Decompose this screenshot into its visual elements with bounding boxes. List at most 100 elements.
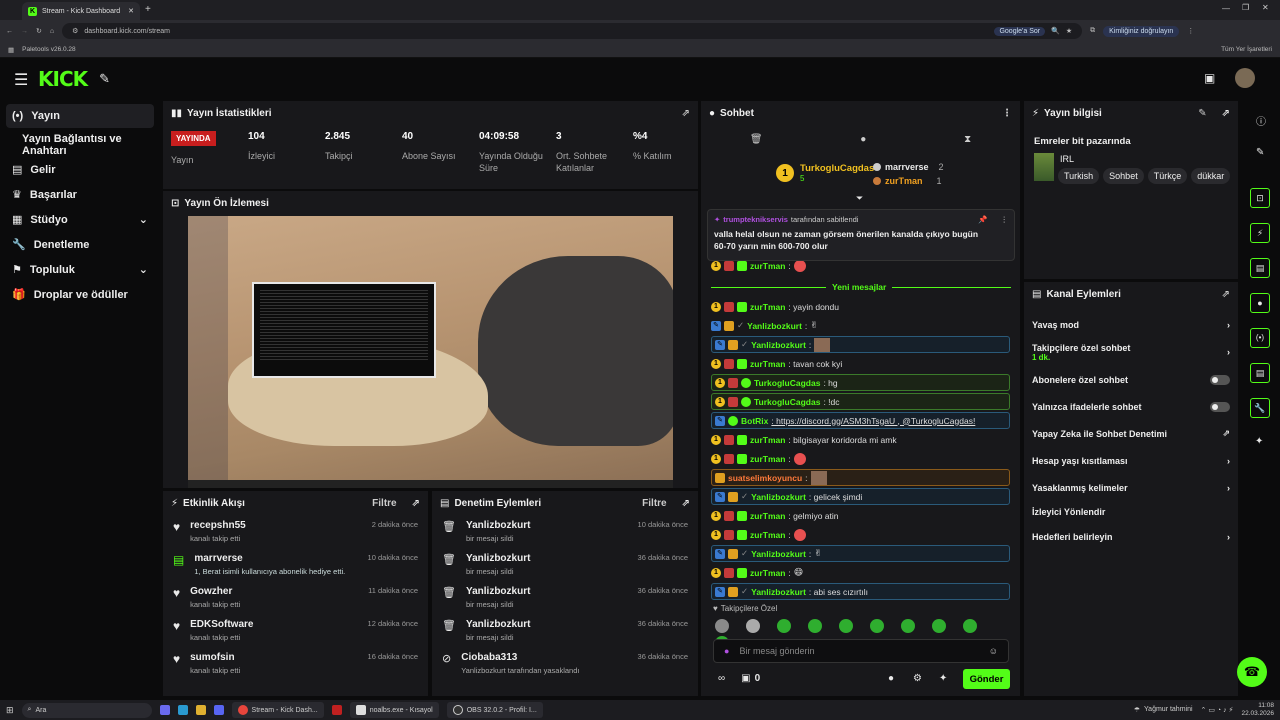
chat-bubble-icon[interactable]: ● [860, 134, 866, 145]
chat-message[interactable]: ✎ ✓ Yanlizbozkurt: [711, 336, 1010, 353]
popout-icon[interactable]: ⇗ [1222, 108, 1230, 119]
chat-username[interactable]: Yanlizbozkurt [751, 549, 806, 559]
chat-username[interactable]: TurkogluCagdas [754, 397, 820, 407]
chat-message[interactable]: ✎ ✓ Yanlizbozkurt: ✌ [711, 545, 1010, 562]
activity-name[interactable]: marrverse [194, 553, 345, 564]
action-ai-moderation[interactable]: Yapay Zeka ile Sohbet Denetimi ⇗ [1024, 420, 1238, 447]
taskbar-app-noalbs[interactable]: noalbs.exe - Kısayol [349, 702, 439, 718]
rank3-name[interactable]: zurTman [885, 176, 923, 186]
chat-username[interactable]: zurTman [750, 454, 785, 464]
browser-tab-active[interactable]: K Stream - Kick Dashboard ✕ [22, 2, 140, 20]
filter-button[interactable]: Filtre [642, 498, 666, 509]
tag[interactable]: dükkar [1191, 168, 1231, 184]
bot-icon[interactable]: ✦ [939, 673, 947, 684]
widget-activity-icon[interactable]: ⚡ [1250, 223, 1270, 243]
chat-username[interactable]: Yanlizbozkurt [751, 587, 806, 597]
chat-menu-icon[interactable]: ⋮ [1002, 108, 1012, 119]
category-name[interactable]: IRL [1060, 154, 1074, 164]
chat-username[interactable]: TurkogluCagdas [754, 378, 820, 388]
chat-username[interactable]: BotRix [741, 416, 768, 426]
widget-chat-icon[interactable]: ● [1250, 293, 1270, 313]
bookmark-paletools[interactable]: Paletools v26.0.28 [22, 46, 75, 53]
pinned-menu-icon[interactable]: ⋮ [1001, 215, 1009, 224]
chat-username[interactable]: Yanlizbozkurt [751, 492, 806, 502]
trash-icon[interactable]: 🗑 [750, 134, 763, 145]
moderation-name[interactable]: Ciobaba313 [461, 652, 579, 663]
chat-message[interactable]: ✎ ✓ Yanlizbozkurt: abi ses cızırtılı [711, 583, 1010, 600]
moderation-name[interactable]: Yanlizbozkurt [466, 586, 530, 597]
chat-username[interactable]: suatselimkoyuncu [728, 473, 802, 483]
taskview-icon[interactable] [159, 705, 170, 715]
window-maximize-icon[interactable]: ❐ [1242, 3, 1249, 12]
chat-username[interactable]: zurTman [750, 568, 785, 578]
taskbar-search[interactable]: ⌕ Ara [21, 702, 152, 718]
new-tab-icon[interactable]: + [145, 4, 151, 15]
popout-icon[interactable]: ⇗ [682, 498, 690, 509]
infinity-icon[interactable]: ∞ [718, 673, 725, 684]
rank2-name[interactable]: marrverse [885, 162, 929, 172]
add-widget-icon[interactable]: ✦ [1255, 436, 1263, 447]
mic-icon[interactable]: ● [724, 646, 729, 656]
help-support-icon[interactable]: ☎ [1237, 657, 1267, 687]
zoom-icon[interactable]: 🔍 [1051, 27, 1060, 35]
weather-widget[interactable]: ☂ Yağmur tahmini [1134, 706, 1193, 714]
chat-message[interactable]: 1 zurTman: [701, 450, 1020, 467]
stream-mode-icon[interactable]: ▣ [1204, 71, 1215, 85]
window-close-icon[interactable]: ✕ [1262, 3, 1269, 12]
chat-input[interactable]: ● Bir mesaj gönderin ☺ [713, 639, 1009, 663]
popout-icon[interactable]: ⇗ [682, 108, 690, 119]
moderation-name[interactable]: Yanlizbozkurt [466, 553, 530, 564]
action-followers-only[interactable]: Takipçilere özel sohbet 1 dk. › [1024, 338, 1238, 366]
tag[interactable]: Turkish [1058, 168, 1100, 184]
window-minimize-icon[interactable]: — [1222, 4, 1230, 13]
filter-button[interactable]: Filtre [372, 498, 396, 509]
moderation-name[interactable]: Yanlizbozkurt [466, 520, 530, 531]
widget-capture-icon[interactable]: ⊡ [1250, 188, 1270, 208]
tab-close-icon[interactable]: ✕ [128, 7, 134, 15]
chat-username[interactable]: zurTman [750, 261, 785, 271]
edit-icon[interactable]: ✎ [1256, 147, 1264, 158]
chat-message[interactable]: 1 zurTman: 😄 [701, 564, 1020, 581]
identity-button[interactable]: Kimliğiniz doğrulayın [1103, 25, 1180, 37]
send-button[interactable]: Gönder [963, 669, 1010, 689]
emotes-only-toggle[interactable] [1210, 401, 1230, 412]
site-info-icon[interactable]: ⚙ [72, 27, 78, 35]
sidebar-item-drops[interactable]: 🎁 Droplar ve ödüller [0, 282, 160, 307]
chat-message[interactable]: 1 zurTman: bilgisayar koridorda mi amk [701, 431, 1020, 448]
edge-icon[interactable] [177, 705, 188, 715]
chat-message[interactable]: 1 TurkogluCagdas: !dc [711, 393, 1010, 410]
chat-message[interactable]: 1 zurTman: tavan cok kyi [701, 355, 1020, 372]
hourglass-icon[interactable]: ⧗ [964, 134, 971, 145]
sidebar-item-achievements[interactable]: ♛ Başarılar [0, 182, 160, 207]
apps-grid-icon[interactable]: ▦ [8, 46, 14, 54]
activity-name[interactable]: sumofsin [190, 652, 240, 663]
activity-name[interactable]: Gowzher [190, 586, 240, 597]
sidebar-item-moderation[interactable]: 🔧 Denetleme [0, 232, 160, 257]
widget-tools-icon[interactable]: 🔧 [1250, 398, 1270, 418]
popout-icon[interactable]: ⇗ [412, 498, 420, 509]
chat-username[interactable]: Yanlizbozkurt [751, 340, 806, 350]
reload-icon[interactable]: ↻ [36, 27, 42, 35]
chat-message[interactable]: 1 zurTman: gelmiyo atin [701, 507, 1020, 524]
subscribers-only-toggle[interactable] [1210, 374, 1230, 385]
activity-name[interactable]: recepshn55 [190, 520, 246, 531]
sidebar-item-revenue[interactable]: ▤ Gelir [0, 157, 160, 182]
action-goals[interactable]: Hedefleri belirleyin › [1024, 523, 1238, 550]
avatar[interactable] [1235, 68, 1255, 88]
chat-message[interactable]: ✎ ✓ Yanlizbozkurt: ✌ [701, 317, 1020, 334]
windows-start-icon[interactable]: ⊞ [6, 705, 14, 716]
widget-moderation-icon[interactable]: ▤ [1250, 258, 1270, 278]
activity-name[interactable]: EDKSoftware [190, 619, 253, 630]
stream-preview-video[interactable] [188, 216, 673, 488]
taskbar-app-obs[interactable]: OBS 32.0.2 - Profil: I... [446, 702, 543, 718]
url-field[interactable]: ⚙ dashboard.kick.com/stream Google'a Sor… [62, 23, 1083, 39]
chat-bubble-icon[interactable]: ● [888, 673, 894, 684]
back-icon[interactable]: ← [6, 28, 13, 35]
home-icon[interactable]: ⌂ [50, 28, 54, 35]
tag[interactable]: Türkçe [1147, 168, 1188, 184]
chat-username[interactable]: Yanlizbozkurt [747, 321, 802, 331]
chat-message[interactable]: 1 zurTman: yayin dondu [701, 298, 1020, 315]
chat-message[interactable]: suatselimkoyuncu: [711, 469, 1010, 486]
chat-username[interactable]: zurTman [750, 435, 785, 445]
chat-message[interactable]: 1 zurTman: [701, 526, 1020, 543]
